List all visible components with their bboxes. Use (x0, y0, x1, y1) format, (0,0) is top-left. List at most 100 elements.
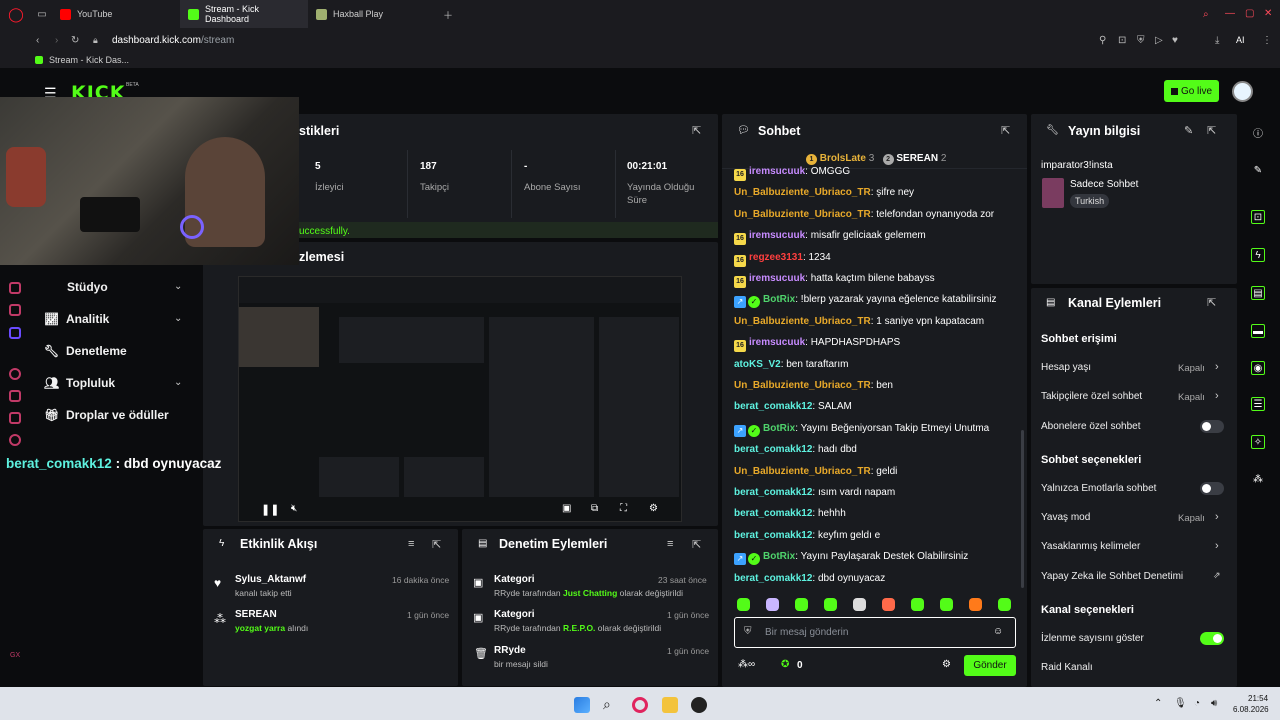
chat-username[interactable]: berat_comakk12 (734, 573, 812, 584)
chevron-right-icon[interactable]: › (1215, 540, 1219, 552)
tab-youtube[interactable]: YouTube (52, 0, 180, 28)
chat-input[interactable]: ⛨ Bir mesaj gönderin ☺ (734, 617, 1016, 648)
chat-username[interactable]: Un_Balbuziente_Ubriaco_TR (734, 316, 871, 327)
popout-icon[interactable]: ⇱ (432, 538, 441, 551)
raid-row[interactable]: Raid Kanalı (1041, 662, 1093, 673)
people-icon[interactable]: ⁂∞ (738, 659, 755, 670)
popout-icon[interactable]: ⇱ (1207, 124, 1216, 137)
ai-moderation-row[interactable]: Yapay Zeka ile Sohbet Denetimi (1041, 571, 1183, 582)
go-live-button[interactable]: Go live (1164, 80, 1219, 102)
chevron-right-icon[interactable]: › (1215, 390, 1219, 402)
sidebar-rail-icon[interactable] (9, 304, 21, 316)
top1-name[interactable]: BrolsLate (820, 153, 866, 164)
emote-icon[interactable] (911, 598, 924, 611)
activity-name[interactable]: SEREAN (235, 609, 277, 620)
popout-icon[interactable]: ⇱ (1001, 124, 1010, 137)
gear-icon[interactable]: ⚙ (942, 659, 951, 670)
community-icon[interactable]: ⁂ (1251, 472, 1265, 486)
clip-icon[interactable]: ▣ (562, 503, 571, 514)
download-icon[interactable]: ⤓ (1215, 35, 1219, 46)
subs-only-toggle[interactable] (1200, 420, 1224, 433)
minimize-icon[interactable]: — (1225, 8, 1235, 19)
info-icon[interactable]: ⓘ (1251, 125, 1265, 140)
banned-words-row[interactable]: Yasaklanmış kelimeler (1041, 541, 1140, 552)
emote-icon[interactable] (969, 598, 982, 611)
emote-icon[interactable] (940, 598, 953, 611)
tab-haxball[interactable]: Haxball Play (308, 0, 436, 28)
heart-icon[interactable]: ♥ (1172, 35, 1178, 46)
emote-only-toggle[interactable] (1200, 482, 1224, 495)
search-icon[interactable]: ⌕ (1203, 9, 1209, 20)
mic-icon[interactable]: 🎙︎ (1174, 698, 1187, 709)
chat-username[interactable]: iremsucuuk (749, 273, 805, 284)
forward-icon[interactable]: › (55, 35, 58, 46)
chat-username[interactable]: Un_Balbuziente_Ubriaco_TR (734, 209, 871, 220)
sidebar-rail-icon[interactable] (9, 327, 21, 339)
sidebar-item-drops[interactable]: 🎁︎ Droplar ve ödüller (44, 408, 169, 422)
emote-icon[interactable] (998, 598, 1011, 611)
chat-username[interactable]: berat_comakk12 (734, 508, 812, 519)
emote-icon[interactable] (795, 598, 808, 611)
chat-scrollbar[interactable] (1021, 430, 1024, 588)
bookmark-kick[interactable]: Stream - Kick Das... (49, 55, 129, 65)
ai-button[interactable]: AI (1236, 35, 1245, 45)
url-field[interactable]: dashboard.kick.com/stream (112, 35, 234, 46)
pencil-icon[interactable]: ✎ (1251, 163, 1265, 177)
category-thumb[interactable] (1042, 178, 1064, 208)
wrench-icon[interactable]: ✧ (1251, 435, 1265, 449)
activity-name[interactable]: Sylus_Aktanwf (235, 574, 306, 585)
chat-username[interactable]: regzee3131 (749, 252, 803, 263)
tab-kick-dashboard[interactable]: Stream - Kick Dashboard (180, 0, 308, 28)
emote-icon[interactable] (737, 598, 750, 611)
filter-icon[interactable]: ≡ (667, 538, 673, 550)
filter-icon[interactable]: ≡ (408, 538, 414, 550)
chevron-down-icon[interactable]: ⌄ (174, 377, 182, 388)
slow-mode-row[interactable]: Yavaş mod (1041, 512, 1090, 523)
emoji-icon[interactable]: ☺ (993, 626, 1003, 637)
pin-icon[interactable]: ⚲ (1099, 35, 1106, 46)
obs-icon[interactable] (691, 697, 707, 713)
clock-time[interactable]: 21:54 (1248, 694, 1268, 703)
chevron-right-icon[interactable]: › (1215, 361, 1219, 373)
mute-icon[interactable]: 🔇︎ (291, 503, 297, 514)
sidebar-rail-icon[interactable] (9, 368, 21, 380)
popout-icon[interactable]: ⇱ (692, 538, 701, 551)
sidebar-item-community[interactable]: 👥︎ Topluluk (44, 376, 115, 390)
chevron-down-icon[interactable]: ⌄ (174, 313, 182, 324)
pip-icon[interactable]: ⧉ (591, 503, 598, 514)
broadcast-icon[interactable]: ◉ (1251, 361, 1265, 375)
sidebar-rail-icon[interactable] (9, 282, 21, 294)
document-icon[interactable]: ▤ (1251, 286, 1265, 300)
file-explorer-icon[interactable] (662, 697, 678, 713)
popout-icon[interactable]: ⇱ (1207, 296, 1216, 309)
external-link-icon[interactable]: ⇗ (1213, 570, 1221, 581)
avatar[interactable] (1232, 81, 1253, 102)
shield-icon[interactable]: ⛨ (1137, 35, 1145, 46)
chevron-down-icon[interactable]: ⌄ (174, 281, 182, 292)
stream-preview-video[interactable]: ❚❚ 🔇︎ ▣ ⧉ ⛶ ⚙ (238, 276, 682, 522)
chat-username[interactable]: Un_Balbuziente_Ubriaco_TR (734, 380, 871, 391)
category-name[interactable]: Sadece Sohbet (1070, 179, 1138, 190)
chat-username[interactable]: atoKS_V2 (734, 359, 781, 370)
chat-username[interactable]: berat_comakk12 (734, 487, 812, 498)
chat-username[interactable]: Un_Balbuziente_Ubriaco_TR (734, 187, 871, 198)
snapshot-icon[interactable]: ⊡ (1118, 35, 1126, 46)
emote-icon[interactable] (853, 598, 866, 611)
sidebar-item-analytics[interactable]: 📈︎ Analitik (44, 312, 109, 326)
bolt-icon[interactable]: ϟ (1251, 248, 1265, 262)
tab-overview-icon[interactable]: ▭ (32, 9, 52, 20)
emote-icon[interactable] (824, 598, 837, 611)
sidebar-item-studio[interactable]: Stüdyo (44, 280, 108, 294)
opera-logo-icon[interactable]: ◯ (0, 6, 32, 23)
sidebar-rail-icon[interactable] (9, 390, 21, 402)
chat-icon[interactable]: ▬ (1251, 324, 1265, 338)
settings-icon[interactable]: ⚙ (649, 503, 658, 514)
search-icon[interactable]: ⌕ (603, 696, 611, 713)
chat-username[interactable]: Un_Balbuziente_Ubriaco_TR (734, 466, 871, 477)
chat-username[interactable]: berat_comakk12 (734, 444, 812, 455)
chat-username[interactable]: berat_comakk12 (734, 401, 812, 412)
pause-icon[interactable]: ❚❚ (261, 503, 279, 516)
windows-start-icon[interactable] (574, 697, 590, 713)
chat-username[interactable]: iremsucuuk (749, 166, 805, 177)
play-icon[interactable]: ▷ (1155, 35, 1163, 46)
